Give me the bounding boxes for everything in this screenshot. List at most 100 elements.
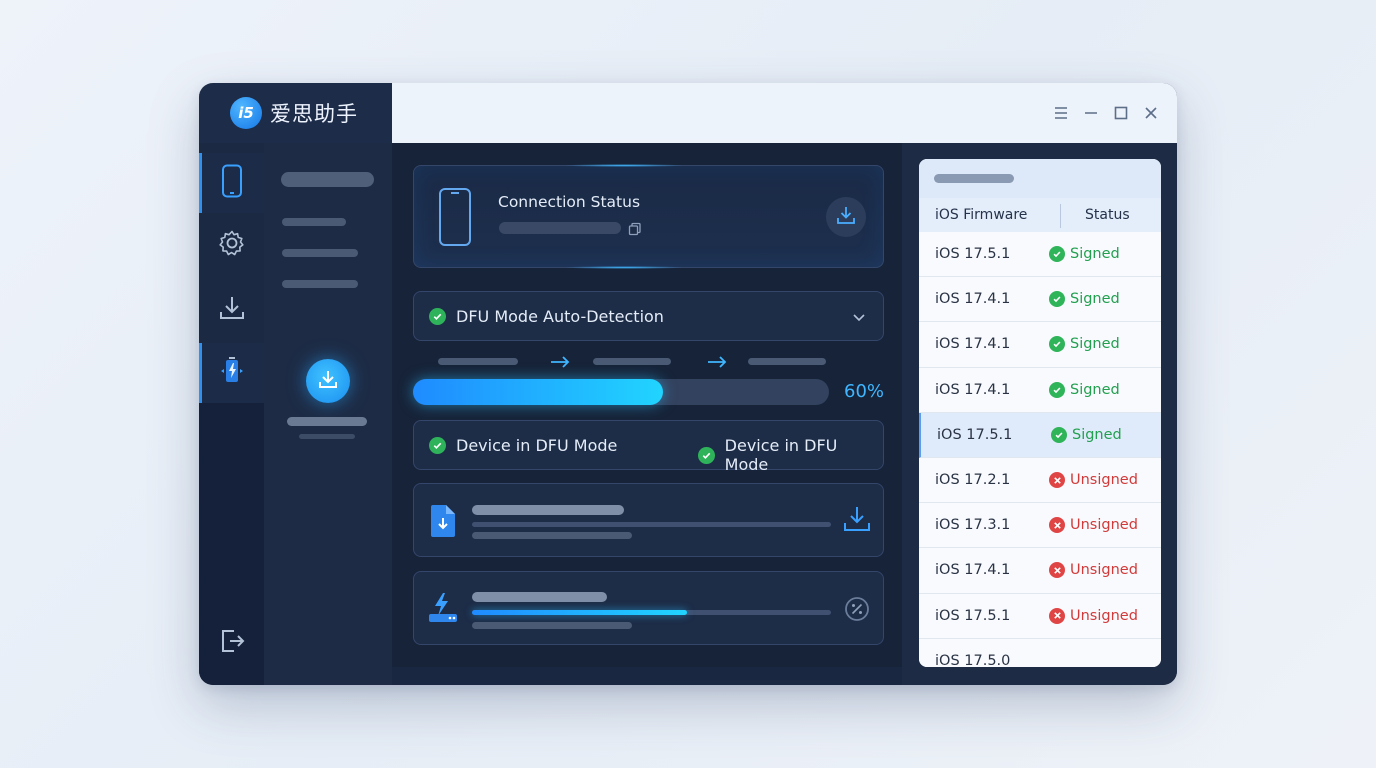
x-circle-icon	[1049, 562, 1065, 579]
dfu-progress-text: 60%	[844, 381, 885, 402]
app-name: 爱思助手	[270, 102, 358, 126]
download-action-button[interactable]	[306, 359, 350, 403]
card-glow-top	[564, 164, 684, 167]
firmware-version: iOS 17.4.1	[935, 381, 1011, 398]
rail-item-settings[interactable]	[199, 213, 264, 277]
firmware-row[interactable]: iOS 17.4.1 Signed	[919, 322, 1161, 368]
check-icon	[429, 437, 446, 454]
firmware-version: iOS 17.2.1	[935, 472, 1011, 489]
col-header-version[interactable]: iOS Firmware	[919, 207, 1061, 223]
connection-download-button[interactable]	[826, 197, 866, 237]
firmware-version: iOS 17.4.1	[935, 562, 1011, 579]
download-sublabel-placeholder	[299, 434, 355, 439]
dfu-status-card: Device in DFU Mode Device in DFU Mode	[413, 420, 884, 474]
phone-icon	[221, 164, 243, 202]
flash-icon	[427, 592, 459, 628]
submenu-title-placeholder	[281, 172, 374, 187]
file-name-placeholder	[472, 505, 624, 515]
download-label-placeholder	[287, 417, 367, 426]
firmware-status-label: Signed	[1070, 291, 1120, 308]
firmware-row[interactable]: iOS 17.3.1 Unsigned	[919, 503, 1161, 549]
rail-item-downloads[interactable]	[199, 277, 264, 343]
firmware-row[interactable]: iOS 17.5.0	[919, 638, 1161, 667]
connection-status-value-placeholder	[499, 222, 621, 234]
maximize-icon[interactable]	[1109, 101, 1133, 125]
check-icon	[1049, 381, 1065, 398]
firmware-version: iOS 17.5.1	[935, 246, 1011, 263]
copy-icon[interactable]	[628, 221, 642, 240]
dfu-progress-fill	[413, 379, 663, 405]
main-panel: Connection Status DFU Mode Auto-Detectio…	[392, 143, 902, 667]
flash-device-icon	[216, 355, 248, 391]
firmware-row[interactable]: iOS 17.4.1 Signed	[919, 367, 1161, 413]
firmware-row[interactable]: iOS 17.5.1 Signed	[919, 232, 1161, 278]
submenu-item[interactable]	[282, 280, 358, 288]
check-icon	[429, 307, 446, 325]
app-logo-icon: i5	[230, 97, 262, 129]
firmware-version: iOS 17.4.1	[935, 336, 1011, 353]
check-icon	[1051, 426, 1067, 443]
minimize-icon[interactable]	[1079, 101, 1103, 125]
dfu-progress-bar	[413, 379, 829, 405]
submenu-item[interactable]	[282, 218, 346, 226]
firmware-status-label: Unsigned	[1070, 562, 1138, 579]
firmware-panel: iOS Firmware Status iOS 17.5.1 Signed iOS …	[902, 143, 1177, 685]
chevron-down-icon	[852, 309, 866, 328]
firmware-status-label: Unsigned	[1070, 517, 1138, 534]
firmware-status-label: Unsigned	[1070, 607, 1138, 624]
arrow-right-icon	[707, 354, 727, 373]
download-icon[interactable]	[843, 504, 871, 538]
firmware-row[interactable]: iOS 17.5.1 Signed	[919, 412, 1161, 458]
connection-status-card: Connection Status	[413, 164, 884, 269]
col-header-status[interactable]: Status	[1061, 207, 1130, 223]
firmware-version: iOS 17.5.0	[935, 652, 1011, 667]
firmware-version: iOS 17.4.1	[935, 291, 1011, 308]
firmware-status: Unsigned	[1049, 562, 1138, 579]
rail-item-device[interactable]	[199, 153, 264, 213]
flash-progress-track	[472, 610, 831, 615]
check-icon	[698, 446, 715, 464]
firmware-status: Signed	[1049, 246, 1120, 263]
firmware-title-placeholder	[934, 174, 1014, 183]
flash-title-placeholder	[472, 592, 607, 602]
download-icon	[316, 367, 340, 395]
check-icon	[1049, 246, 1065, 263]
dfu-status-left-label: Device in DFU Mode	[456, 436, 618, 455]
check-icon	[1049, 336, 1065, 353]
firmware-version: iOS 17.5.1	[937, 426, 1013, 443]
card-glow-bottom	[564, 266, 684, 269]
firmware-version: iOS 17.3.1	[935, 517, 1011, 534]
firmware-row[interactable]: iOS 17.5.1 Unsigned	[919, 593, 1161, 639]
title-bar: i5 爱思助手	[199, 83, 1177, 143]
firmware-file-card	[413, 483, 884, 557]
flash-progress-fill	[472, 610, 688, 615]
dfu-detection-dropdown[interactable]: DFU Mode Auto-Detection	[413, 291, 884, 341]
dfu-status-right: Device in DFU Mode	[698, 436, 883, 474]
file-progress-track	[472, 522, 831, 527]
firmware-status-label: Signed	[1070, 381, 1120, 398]
check-icon	[1049, 291, 1065, 308]
dfu-status-left: Device in DFU Mode	[429, 436, 617, 455]
download-icon	[217, 293, 247, 327]
rail-item-logout[interactable]	[199, 613, 264, 673]
submenu-item[interactable]	[282, 249, 358, 257]
x-circle-icon	[1049, 472, 1065, 489]
nav-rail	[199, 143, 264, 685]
firmware-row[interactable]: iOS 17.4.1 Unsigned	[919, 548, 1161, 594]
firmware-column-headers: iOS Firmware Status	[919, 198, 1161, 232]
firmware-status-label: Signed	[1070, 246, 1120, 263]
firmware-table-header-bar	[919, 159, 1161, 198]
firmware-row[interactable]: iOS 17.2.1 Unsigned	[919, 457, 1161, 504]
arrow-right-icon	[550, 354, 570, 373]
close-icon[interactable]	[1139, 101, 1163, 125]
firmware-status: Signed	[1049, 291, 1120, 308]
firmware-row[interactable]: iOS 17.4.1 Signed	[919, 277, 1161, 323]
step-placeholder	[593, 358, 671, 365]
percent-circle-icon[interactable]	[844, 596, 870, 626]
firmware-status-label: Unsigned	[1070, 472, 1138, 489]
firmware-table: iOS Firmware Status iOS 17.5.1 Signed iOS …	[919, 159, 1161, 667]
menu-icon[interactable]	[1049, 101, 1073, 125]
dfu-status-right-label: Device in DFU Mode	[724, 436, 838, 474]
rail-item-flash[interactable]	[199, 343, 264, 403]
firmware-status: Unsigned	[1049, 517, 1138, 534]
